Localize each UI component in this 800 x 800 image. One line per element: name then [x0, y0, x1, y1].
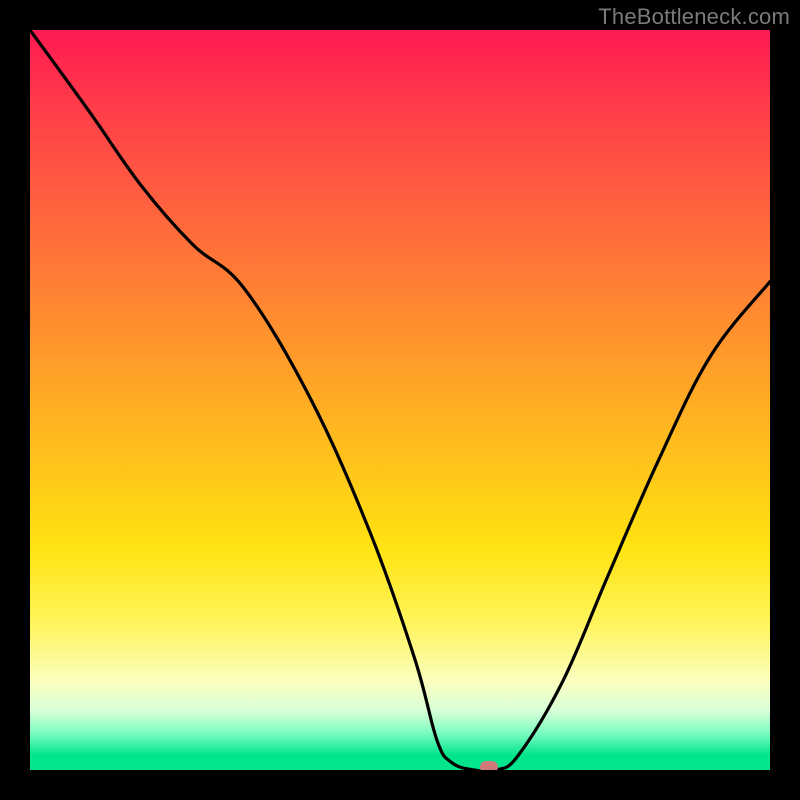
optimal-point-marker — [480, 761, 498, 770]
chart-frame: TheBottleneck.com — [0, 0, 800, 800]
bottleneck-curve-path — [30, 30, 770, 770]
watermark-label: TheBottleneck.com — [598, 4, 790, 30]
plot-area — [30, 30, 770, 770]
bottleneck-curve-svg — [30, 30, 770, 770]
